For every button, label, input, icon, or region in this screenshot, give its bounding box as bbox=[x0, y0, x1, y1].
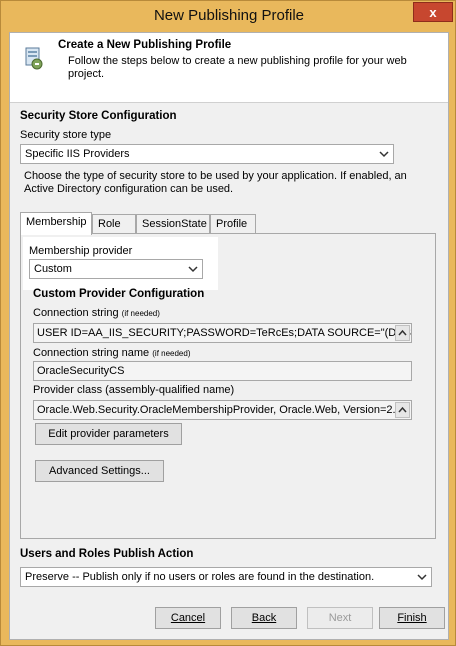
provider-class-value: Oracle.Web.Security.OracleMembershipProv… bbox=[37, 404, 396, 416]
window-title: New Publishing Profile bbox=[153, 7, 305, 24]
header-title: Create a New Publishing Profile bbox=[58, 39, 232, 51]
connection-string-value: USER ID=AA_IIS_SECURITY;PASSWORD=TeRcEs;… bbox=[37, 327, 412, 339]
publish-action-select[interactable]: Preserve -- Publish only if no users or … bbox=[20, 567, 432, 587]
provider-class-field[interactable]: Oracle.Web.Security.OracleMembershipProv… bbox=[33, 400, 412, 420]
profile-wizard-icon bbox=[25, 47, 43, 70]
close-icon: x bbox=[429, 5, 437, 20]
store-type-label: Security store type bbox=[20, 129, 112, 141]
users-roles-section-title: Users and Roles Publish Action bbox=[20, 548, 194, 560]
publish-action-value: Preserve -- Publish only if no users or … bbox=[25, 571, 375, 583]
membership-provider-label: Membership provider bbox=[29, 245, 133, 257]
chevron-up-icon bbox=[398, 329, 407, 336]
scroll-up-button[interactable] bbox=[395, 325, 410, 341]
connection-string-label-text: Connection string bbox=[33, 307, 119, 319]
edit-provider-parameters-button[interactable]: Edit provider parameters bbox=[35, 423, 182, 445]
security-section-title: Security Store Configuration bbox=[20, 110, 177, 122]
connection-string-name-note: (if needed) bbox=[152, 349, 191, 358]
advanced-settings-button[interactable]: Advanced Settings... bbox=[35, 460, 164, 482]
next-button[interactable]: Next bbox=[307, 607, 373, 629]
tab-sessionstate[interactable]: SessionState bbox=[136, 214, 210, 234]
chevron-down-icon bbox=[188, 266, 198, 273]
connection-string-name-label: Connection string name (if needed) bbox=[33, 347, 191, 359]
custom-provider-section-title: Custom Provider Configuration bbox=[33, 288, 205, 300]
store-type-description: Choose the type of security store to be … bbox=[24, 170, 407, 195]
provider-class-label: Provider class (assembly-qualified name) bbox=[33, 384, 235, 396]
store-type-value: Specific IIS Providers bbox=[25, 148, 130, 160]
scroll-up-button[interactable] bbox=[395, 402, 410, 418]
membership-provider-value: Custom bbox=[34, 263, 72, 275]
connection-string-name-field[interactable]: OracleSecurityCS bbox=[33, 361, 412, 381]
connection-string-label: Connection string (if needed) bbox=[33, 307, 160, 319]
close-button[interactable]: x bbox=[413, 2, 453, 22]
finish-button[interactable]: Finish bbox=[379, 607, 445, 629]
cancel-button[interactable]: Cancel bbox=[155, 607, 221, 629]
header-description: Follow the steps below to create a new p… bbox=[68, 55, 407, 80]
tab-role[interactable]: Role bbox=[92, 214, 136, 234]
wizard-header: Create a New Publishing Profile Follow t… bbox=[10, 33, 448, 103]
connection-string-name-label-text: Connection string name bbox=[33, 347, 150, 359]
finish-button-label: Finish bbox=[397, 612, 427, 624]
chevron-up-icon bbox=[398, 406, 407, 413]
connection-string-field[interactable]: USER ID=AA_IIS_SECURITY;PASSWORD=TeRcEs;… bbox=[33, 323, 412, 343]
membership-provider-group: Membership provider Custom bbox=[23, 237, 218, 290]
tab-membership[interactable]: Membership bbox=[20, 212, 92, 235]
tab-profile[interactable]: Profile bbox=[210, 214, 256, 234]
dialog-window: New Publishing Profile x Create a New Pu… bbox=[0, 0, 456, 646]
store-type-select[interactable]: Specific IIS Providers bbox=[20, 144, 394, 164]
back-button-label: Back bbox=[251, 612, 277, 624]
connection-string-note: (if needed) bbox=[121, 309, 160, 318]
cancel-button-label: Cancel bbox=[170, 612, 206, 624]
connection-string-name-value: OracleSecurityCS bbox=[37, 365, 125, 377]
chevron-down-icon bbox=[417, 574, 427, 581]
dialog-client-area: Create a New Publishing Profile Follow t… bbox=[9, 32, 449, 640]
chevron-down-icon bbox=[379, 151, 389, 158]
membership-tab-panel: Membership provider Custom Custom Provid… bbox=[20, 233, 436, 539]
membership-provider-select[interactable]: Custom bbox=[29, 259, 203, 279]
back-button[interactable]: Back bbox=[231, 607, 297, 629]
